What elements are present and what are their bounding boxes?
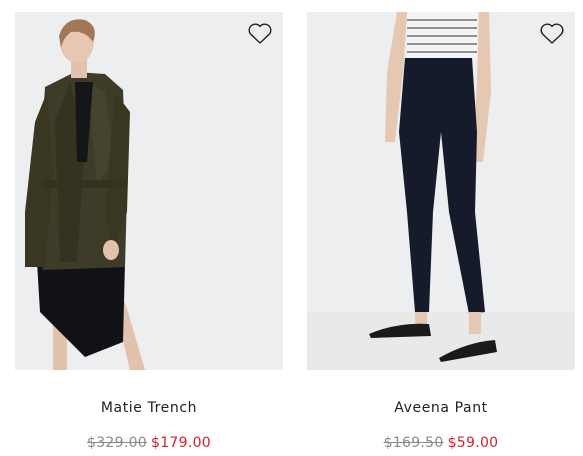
product-image[interactable] (307, 12, 575, 370)
sale-price: $179.00 (151, 435, 211, 451)
trench-coat-photo (15, 12, 283, 370)
product-name[interactable]: Aveena Pant (307, 400, 575, 416)
pants-photo (307, 12, 575, 370)
product-card[interactable]: Matie Trench $329.00 $179.00 (15, 0, 291, 456)
product-name[interactable]: Matie Trench (15, 400, 283, 416)
wishlist-heart-icon[interactable] (539, 22, 565, 46)
product-price: $329.00 $179.00 (15, 435, 283, 451)
product-image[interactable] (15, 12, 283, 370)
original-price: $169.50 (383, 435, 444, 451)
sale-price: $59.00 (447, 435, 499, 451)
wishlist-heart-icon[interactable] (247, 22, 273, 46)
original-price: $329.00 (87, 435, 147, 451)
product-price: $169.50 $59.00 (307, 435, 575, 451)
product-card[interactable]: Aveena Pant $169.50 $59.00 (307, 0, 583, 456)
